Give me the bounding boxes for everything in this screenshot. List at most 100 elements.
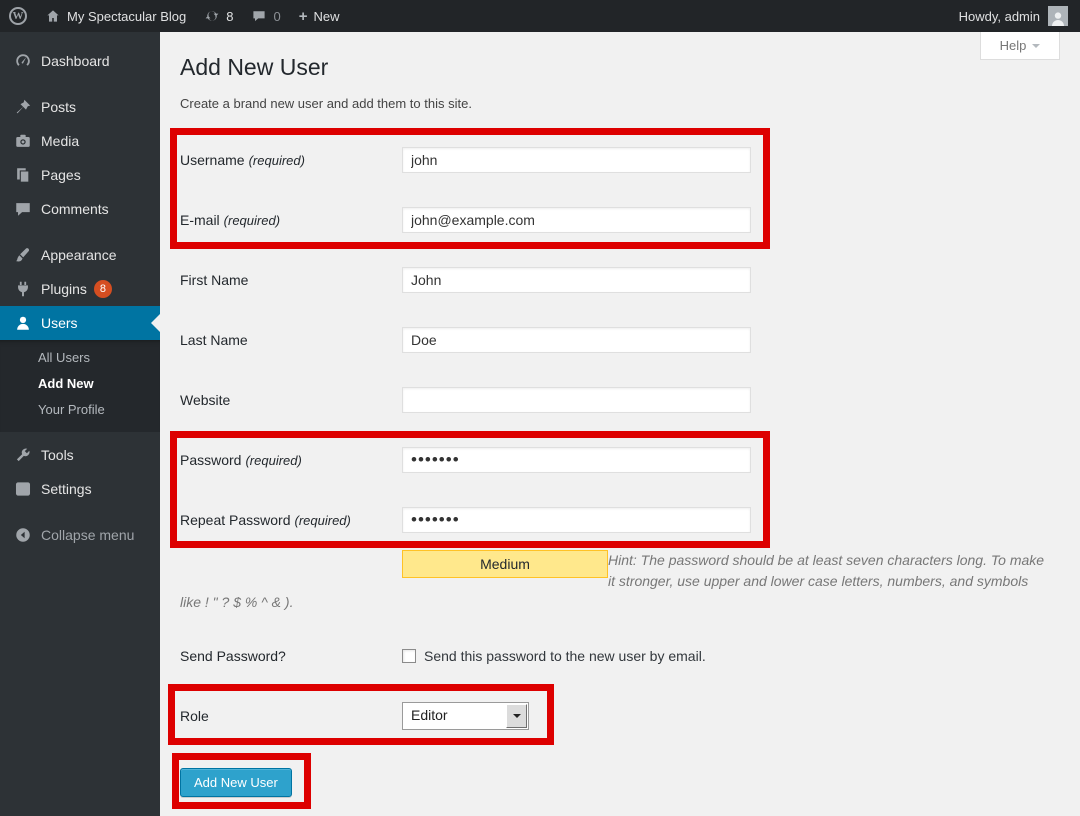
sidebar-label: Plugins (41, 281, 87, 297)
role-selected-value: Editor (411, 707, 448, 723)
site-name-label: My Spectacular Blog (67, 9, 186, 24)
password-strength-and-hint: Medium Hint: The password should be at l… (180, 550, 1052, 613)
sidebar-item-collapse-menu[interactable]: Collapse menu (0, 518, 160, 552)
settings-sliders-icon (14, 480, 32, 498)
updates-count: 8 (226, 9, 233, 24)
comments-icon (14, 200, 32, 218)
username-input[interactable] (402, 147, 751, 173)
new-content-button[interactable]: + New (290, 0, 349, 32)
site-name-link[interactable]: My Spectacular Blog (36, 0, 195, 32)
send-password-label: Send Password? (180, 648, 402, 664)
sidebar-label: Dashboard (41, 53, 110, 69)
sidebar-label: Collapse menu (41, 527, 134, 543)
pages-icon (14, 166, 32, 184)
required-note: (required) (295, 513, 351, 528)
sidebar-label: Media (41, 133, 79, 149)
avatar (1048, 6, 1068, 26)
sidebar-item-users[interactable]: Users (0, 306, 160, 340)
website-row: Website (180, 387, 1060, 413)
password-strength-meter: Medium (402, 550, 608, 578)
role-label: Role (180, 708, 402, 724)
howdy-label: Howdy, admin (959, 9, 1040, 24)
pushpin-icon (14, 98, 32, 116)
submenu-item-all-users[interactable]: All Users (0, 345, 160, 371)
admin-sidebar: Dashboard Posts Media Pages Comments App… (0, 32, 160, 816)
repeat-password-label: Repeat Password(required) (180, 512, 402, 528)
sidebar-label: Settings (41, 481, 92, 497)
comments-button[interactable]: 0 (242, 0, 289, 32)
updates-button[interactable]: 8 (195, 0, 242, 32)
wrench-icon (14, 446, 32, 464)
media-icon (14, 132, 32, 150)
email-input[interactable] (402, 207, 751, 233)
required-note: (required) (249, 153, 305, 168)
sidebar-label: Pages (41, 167, 81, 183)
sidebar-label: Comments (41, 201, 109, 217)
sidebar-item-media[interactable]: Media (0, 124, 160, 158)
email-row: E-mail(required) (180, 207, 1060, 233)
send-password-checkbox-label: Send this password to the new user by em… (424, 648, 706, 664)
website-label: Website (180, 392, 402, 408)
required-note: (required) (245, 453, 301, 468)
add-new-user-button[interactable]: Add New User (180, 768, 292, 797)
send-password-row: Send Password? Send this password to the… (180, 643, 1060, 669)
page-subtitle: Create a brand new user and add them to … (180, 95, 1060, 112)
sidebar-label: Appearance (41, 247, 117, 263)
username-row: Username(required) (180, 147, 1060, 173)
page-title: Add New User (180, 32, 1060, 82)
wordpress-menu-button[interactable]: W (0, 0, 36, 32)
username-label: Username(required) (180, 152, 402, 168)
main-content: Add New User Create a brand new user and… (160, 32, 1080, 816)
users-submenu: All Users Add New Your Profile (0, 340, 160, 432)
plus-icon: + (299, 9, 308, 24)
first-name-row: First Name (180, 267, 1060, 293)
comments-bubble-icon (251, 8, 267, 24)
last-name-label: Last Name (180, 332, 402, 348)
comments-count: 0 (273, 9, 280, 24)
repeat-password-input[interactable] (402, 507, 751, 533)
home-icon (45, 8, 61, 24)
new-label: New (313, 9, 339, 24)
sidebar-item-plugins[interactable]: Plugins 8 (0, 272, 160, 306)
password-row: Password(required) (180, 447, 1060, 473)
email-label: E-mail(required) (180, 212, 402, 228)
sidebar-item-pages[interactable]: Pages (0, 158, 160, 192)
sidebar-item-comments[interactable]: Comments (0, 192, 160, 226)
required-note: (required) (224, 213, 280, 228)
submenu-item-your-profile[interactable]: Your Profile (0, 397, 160, 423)
plugins-update-badge: 8 (94, 280, 112, 298)
wordpress-logo-icon: W (9, 7, 27, 25)
sidebar-label: Posts (41, 99, 76, 115)
last-name-input[interactable] (402, 327, 751, 353)
wordpress-admin-page: W My Spectacular Blog 8 0 + New Howdy, a… (0, 0, 1080, 816)
submenu-item-add-new[interactable]: Add New (0, 371, 160, 397)
password-input[interactable] (402, 447, 751, 473)
sidebar-item-settings[interactable]: Settings (0, 472, 160, 506)
sidebar-item-tools[interactable]: Tools (0, 438, 160, 472)
dropdown-arrow-icon (513, 714, 521, 722)
plugin-icon (14, 280, 32, 298)
paintbrush-icon (14, 246, 32, 264)
users-icon (14, 314, 32, 332)
admin-bar: W My Spectacular Blog 8 0 + New Howdy, a… (0, 0, 1080, 32)
user-silhouette-icon (1050, 10, 1066, 26)
repeat-password-row: Repeat Password(required) (180, 507, 1060, 533)
dashboard-icon (14, 52, 32, 70)
send-password-checkbox[interactable] (402, 649, 416, 663)
first-name-input[interactable] (402, 267, 751, 293)
sidebar-label: Tools (41, 447, 74, 463)
password-label: Password(required) (180, 452, 402, 468)
account-menu[interactable]: Howdy, admin (959, 6, 1080, 26)
website-input[interactable] (402, 387, 751, 413)
add-user-form: Username(required) E-mail(required) Firs… (180, 147, 1060, 797)
role-select[interactable]: Editor (402, 702, 529, 730)
role-row: Role Editor (180, 702, 1060, 730)
sidebar-label: Users (41, 315, 78, 331)
dropdown-button[interactable] (506, 704, 527, 728)
sidebar-item-appearance[interactable]: Appearance (0, 238, 160, 272)
first-name-label: First Name (180, 272, 402, 288)
hint-spacer (180, 550, 402, 591)
sidebar-item-dashboard[interactable]: Dashboard (0, 44, 160, 78)
last-name-row: Last Name (180, 327, 1060, 353)
sidebar-item-posts[interactable]: Posts (0, 90, 160, 124)
